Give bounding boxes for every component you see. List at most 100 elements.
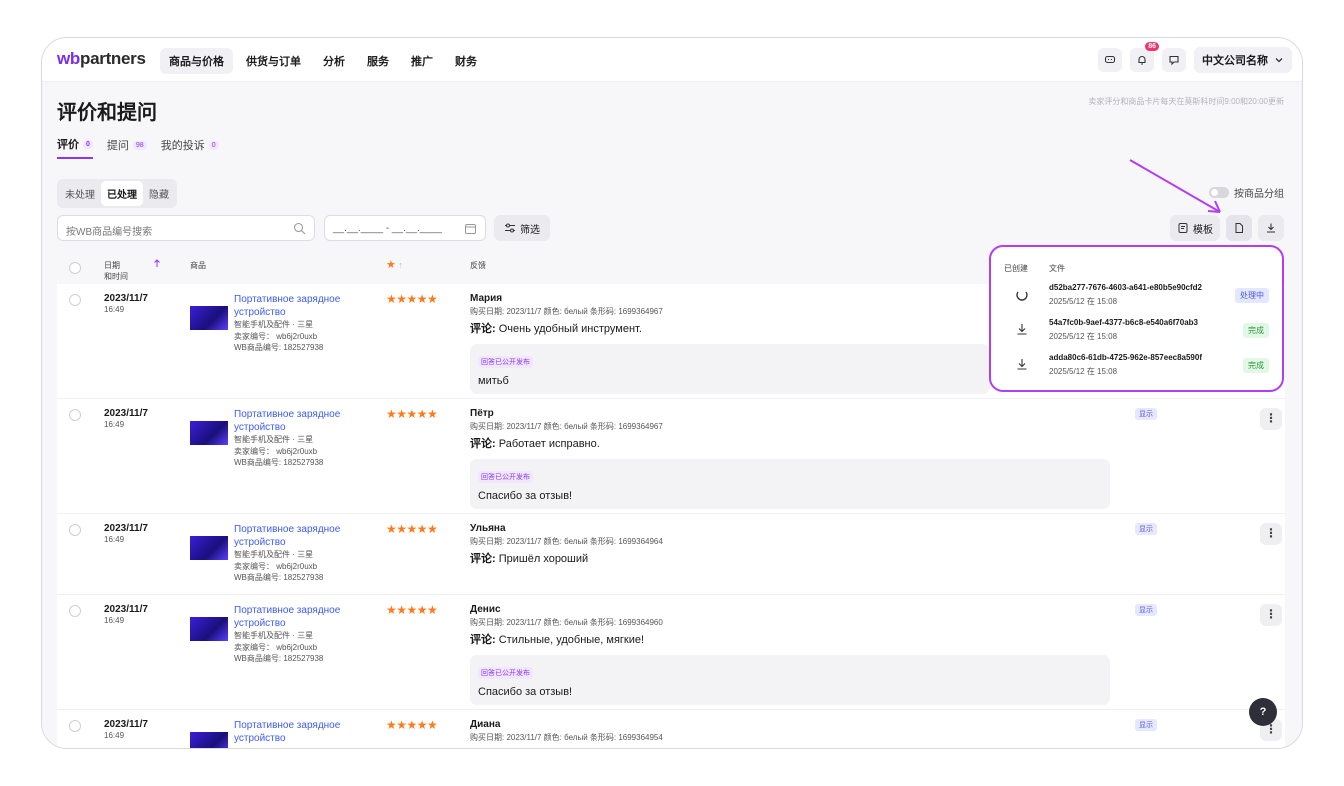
wb-code: WB商品编号: 182527938 [234,573,324,583]
wb-code: WB商品编号: 182527938 [234,343,324,353]
download-icon[interactable] [1015,322,1029,336]
header-date[interactable]: 日期 和时间 [104,260,128,282]
purchase-meta: 购买日期: 2023/11/7 颜色: белый 条形码: 169936496… [470,422,663,431]
sort-up-icon[interactable] [153,259,161,268]
nav-supply-orders[interactable]: 供货与订单 [237,48,310,74]
download-icon [1267,223,1275,233]
tab-label: 提问 [106,140,129,152]
reply-published-tag: 回答已公开发布 [478,667,533,679]
row-checkbox[interactable] [69,605,81,617]
app-window: wbpartners 商品与价格 供货与订单 分析 服务 推广 财务 86 中文… [41,37,1303,749]
search-input[interactable]: 按WB商品编号搜索 [57,215,315,241]
seller-reply: 回答已公开发布 Спасибо за отзыв! [470,655,1110,705]
nav-products-prices[interactable]: 商品与价格 [160,48,233,74]
table-row[interactable]: 2023/11/7 16:49 Портативное зарядное устр… [57,399,1285,514]
table-row[interactable]: 2023/11/7 16:49 Портативное зарядное устр… [57,595,1285,710]
main-nav: 商品与价格 供货与订单 分析 服务 推广 财务 [160,48,486,74]
product-name-link[interactable]: Портативное зарядное устройство [234,408,374,434]
chat-icon [1104,55,1116,64]
file-icon [1235,223,1243,233]
comment-label: 评论: [470,323,496,335]
logo[interactable]: wbpartners [57,49,146,69]
calendar-icon [465,224,476,234]
chevron-down-icon [1275,58,1283,63]
export-files-popover: 已创建 文件 d52ba277-7676-4603-a641-e80b5e90c… [989,245,1284,392]
export-file-item[interactable]: d52ba277-7676-4603-a641-e80b5e90cfd2 202… [991,283,1282,317]
main-content: 评价和提问 卖家评分和商品卡片每天在莫斯科时间9:00和20:00更新 评价 0 … [42,82,1302,748]
status-badge: 显示 [1135,604,1157,616]
filter-icon [505,223,515,233]
status-segment: 未处理 已处理 隐藏 [57,179,177,208]
template-icon [1178,223,1188,233]
status-badge: 显示 [1135,408,1157,420]
export-file-item[interactable]: adda80c6-61db-4725-962e-857eec8a590f 202… [991,353,1282,387]
review-comment: 评论: Стильные, удобные, мягкие! [470,631,1110,647]
filter-button[interactable]: 筛选 [494,215,550,241]
review-date: 2023/11/7 16:49 [104,604,148,625]
header-time-label: 和时间 [104,272,128,281]
help-button[interactable]: ? [1249,698,1277,726]
tab-reviews[interactable]: 评价 0 [57,136,93,159]
row-checkbox[interactable] [69,524,81,536]
nav-analytics[interactable]: 分析 [314,48,354,74]
seller-code: 卖家编号： wb6j2r0uxb [234,446,318,456]
product-thumbnail [190,306,228,330]
notification-badge: 86 [1145,42,1159,51]
nav-finance[interactable]: 财务 [446,48,486,74]
product-name-link[interactable]: Портативное зарядное устройство [234,523,374,549]
file-date: 2025/5/12 在 15:08 [1049,297,1118,306]
product-name-link[interactable]: Портативное зарядное устройство [234,604,374,630]
export-file-item[interactable]: 54a7fc0b-9aef-4377-b6c8-e540a6f70ab3 202… [991,318,1282,352]
reply-text: Спасибо за отзыв! [478,490,573,502]
header-rating-star-icon[interactable]: ★ ↑ [386,258,403,271]
product-name-link[interactable]: Портативное зарядное устройство [234,293,374,319]
status-badge: 显示 [1135,719,1157,731]
seller-code: 卖家编号： wb6j2r0uxb [234,561,318,571]
product-info: Портативное зарядное устройство 智能手机及配件 … [234,523,374,584]
download-icon[interactable] [1015,357,1029,371]
tab-count: 0 [83,139,93,149]
more-options-button[interactable]: ⋮ [1260,523,1282,545]
more-options-button[interactable]: ⋮ [1260,604,1282,626]
table-row[interactable]: 2023/11/7 16:49 Портативное зарядное устр… [57,710,1285,748]
date-range-input[interactable]: __.__.____ - __.__.____ [324,215,486,241]
support-button[interactable] [1162,48,1186,72]
segment-unprocessed[interactable]: 未处理 [59,181,101,206]
comment-text: Стильные, удобные, мягкие! [498,634,645,646]
review-author: Пётр [470,408,494,419]
nav-promotion[interactable]: 推广 [402,48,442,74]
rating-stars: ★★★★★ [386,522,438,536]
download-button[interactable] [1258,215,1284,241]
tab-questions[interactable]: 提问 98 [107,136,147,159]
notifications-button[interactable]: 86 [1130,42,1159,72]
table-row[interactable]: 2023/11/7 16:49 Портативное зарядное устр… [57,514,1285,595]
comment-text: Очень удобный инструмент. [498,323,642,335]
product-name-link[interactable]: Портативное зарядное устройство [234,719,374,745]
segment-processed[interactable]: 已处理 [101,181,143,206]
comment-text: Пришёл хороший [498,553,589,565]
review-comment: 评论: Работает исправно. [470,435,1110,451]
segment-hidden[interactable]: 隐藏 [143,181,175,206]
more-options-button[interactable]: ⋮ [1260,408,1282,430]
nav-services[interactable]: 服务 [358,48,398,74]
row-checkbox[interactable] [69,409,81,421]
company-selector[interactable]: 中文公司名称 [1194,47,1292,73]
rating-stars: ★★★★★ [386,292,438,306]
select-all-checkbox[interactable] [69,262,81,274]
chat-button[interactable] [1098,48,1122,72]
review-date: 2023/11/7 16:49 [104,523,148,544]
reply-text: митьб [478,375,509,387]
row-checkbox[interactable] [69,294,81,306]
time-text: 16:49 [104,616,125,625]
seller-reply: 回答已公开发布 Спасибо за отзыв! [470,459,1110,509]
row-checkbox[interactable] [69,720,81,732]
feedback-cell: Пётр 购买日期: 2023/11/7 颜色: белый 条形码: 1699… [470,408,1110,509]
comment-label: 评论: [470,553,496,565]
seller-code: 卖家编号： wb6j2r0uxb [234,331,318,341]
file-date: 2025/5/12 在 15:08 [1049,332,1118,341]
tab-complaints[interactable]: 我的投诉 0 [161,136,219,159]
top-bar-actions: 86 中文公司名称 [1098,42,1292,73]
review-author: Денис [470,604,501,615]
header-date-label: 日期 [104,261,120,270]
date-text: 2023/11/7 [104,604,148,615]
